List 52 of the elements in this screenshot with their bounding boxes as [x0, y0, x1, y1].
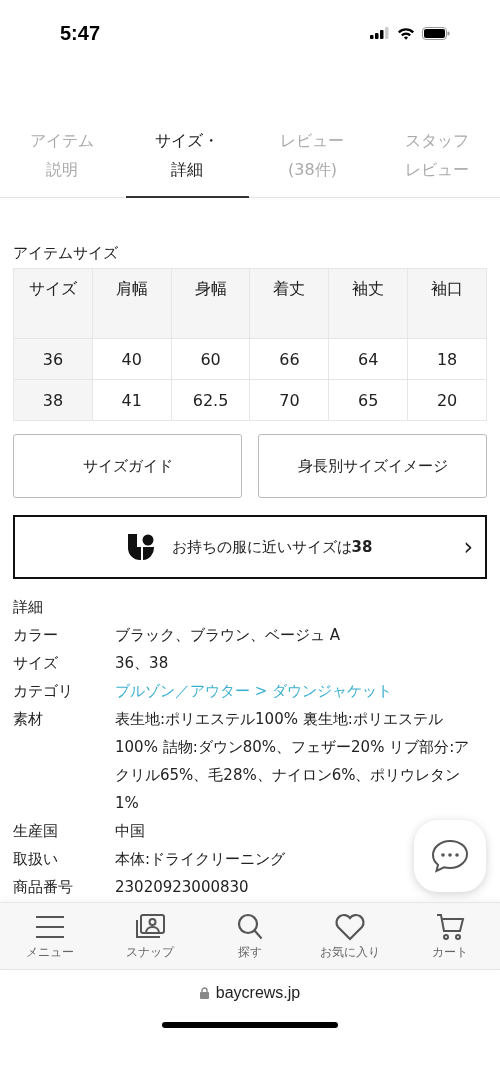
detail-label: カテゴリ [13, 681, 74, 702]
size-match-banner[interactable]: お持ちの服に近いサイズは38 › [13, 515, 487, 579]
table-cell: 18 [407, 338, 487, 380]
detail-value: 中国 [115, 821, 145, 842]
detail-value: 36、38 [115, 653, 169, 674]
table-cell: 62.5 [171, 379, 250, 421]
table-cell: 64 [328, 338, 408, 380]
status-time: 5:47 [60, 21, 101, 45]
signal-icon [370, 27, 390, 39]
column-header: 袖丈 [328, 268, 408, 339]
wifi-icon [397, 26, 415, 40]
table-cell: 20 [407, 379, 487, 421]
nav-item[interactable]: メニュー [0, 903, 100, 969]
battery-icon [422, 26, 450, 40]
detail-label: 取扱い [13, 849, 59, 870]
chat-icon [431, 839, 469, 873]
detail-label: 素材 [13, 709, 44, 730]
table-cell: 40 [92, 338, 172, 380]
detail-label: 生産国 [13, 821, 59, 842]
tab[interactable]: サイズ・詳細 [125, 120, 250, 198]
section-title: アイテムサイズ [13, 244, 119, 263]
lock-icon [199, 987, 209, 999]
nav-item[interactable]: カート [400, 903, 500, 969]
column-header: 袖口 [407, 268, 487, 339]
nav-item[interactable]: 探す [200, 903, 300, 969]
nav-item[interactable]: お気に入り [300, 903, 400, 969]
table-cell: 36 [13, 338, 93, 380]
detail-value: 表生地:ポリエステル100% 裏生地:ポリエステル100% 詰物:ダウン80%、フェザー20% リブ部分:アクリル65%、毛28%、ナイロン6%、ポリウレタン1% [115, 709, 471, 814]
column-header: 着丈 [250, 268, 329, 339]
detail-label: サイズ [13, 653, 59, 674]
detail-value: ブラック、ブラウン、ベージュ A [115, 625, 341, 646]
detail-value: 23020923000830 [115, 877, 249, 898]
detail-label: カラー [13, 625, 59, 646]
nav-item[interactable]: スナップ [100, 903, 200, 969]
table-cell: 66 [250, 338, 329, 380]
size-button[interactable]: サイズガイド [13, 434, 242, 498]
size-button[interactable]: 身長別サイズイメージ [258, 434, 487, 498]
section-title: 詳細 [13, 597, 44, 618]
column-header: 身幅 [171, 268, 250, 339]
heart-icon [333, 911, 367, 942]
table-cell: 38 [13, 379, 93, 421]
table-cell: 70 [250, 379, 329, 421]
url-text: baycrews.jp [215, 984, 301, 1002]
table-cell: 65 [328, 379, 408, 421]
detail-value: 本体:ドライクリーニング [115, 849, 286, 870]
table-cell: 60 [171, 338, 250, 380]
column-header: サイズ [13, 268, 93, 339]
table-cell: 41 [92, 379, 172, 421]
column-header: 肩幅 [92, 268, 172, 339]
chat-button[interactable] [414, 820, 486, 892]
detail-label: 商品番号 [13, 877, 74, 898]
logo-icon [127, 534, 154, 560]
